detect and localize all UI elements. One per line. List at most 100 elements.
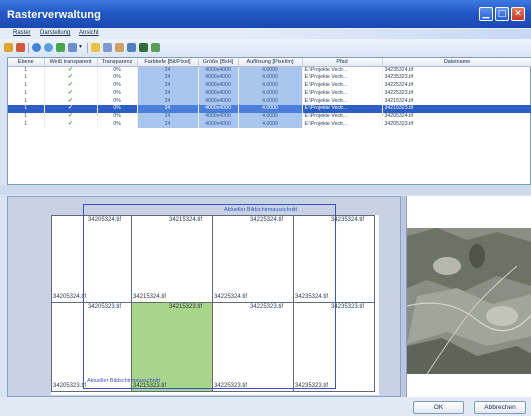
export-icon[interactable] [151, 43, 160, 52]
aerial-photo-preview [407, 196, 531, 397]
table-cell: 4.0000 [238, 97, 303, 105]
add-icon[interactable] [32, 43, 41, 52]
table-cell: E:\Projekte Vectr... [302, 81, 383, 90]
zoom-icon[interactable] [115, 43, 124, 52]
table-cell: 4000x4000 [198, 81, 239, 90]
table-cell: 0% [97, 120, 138, 129]
title-bar: Rasterverwaltung ▁ □ ✕ [0, 0, 531, 28]
layers-icon[interactable] [56, 43, 65, 52]
table-cell: 34235324.tif [382, 66, 531, 74]
toolbar: ▾ [0, 39, 531, 57]
table-cell: 24 [137, 73, 199, 82]
column-header[interactable]: Dateiname [382, 58, 531, 67]
raster-manager-window: Rasterverwaltung ▁ □ ✕ Raster Darstellun… [0, 0, 531, 416]
dialog-button-bar: OK Abbrechen [0, 397, 531, 416]
current-viewport-frame[interactable]: Aktueller Bildschirmausschnitt Aktueller… [83, 204, 336, 389]
table-cell: 0% [97, 112, 138, 121]
column-header[interactable]: Farbtiefe [Bit/Pixel] [137, 58, 199, 67]
table-cell: 24 [137, 66, 199, 74]
table-cell: 0% [97, 104, 138, 113]
table-cell: 0% [97, 66, 138, 74]
menu-bar-accent [240, 29, 531, 39]
table-cell: 1 [8, 81, 45, 90]
table-cell: 0% [97, 73, 138, 82]
ok-button[interactable]: OK [413, 401, 464, 414]
table-cell: 4000x4000 [198, 112, 239, 121]
page-icon[interactable] [68, 43, 77, 52]
table-cell: 24 [137, 112, 199, 121]
menu-darstellung[interactable]: Darstellung [40, 30, 70, 36]
table-cell: 4.0000 [238, 73, 303, 82]
globe-icon[interactable] [44, 43, 53, 52]
table-cell: 4.0000 [238, 66, 303, 74]
table-cell: 34225324.tif [382, 81, 531, 90]
table-cell: 24 [137, 81, 199, 90]
white-transparent-check: ✓ [44, 73, 98, 82]
table-row[interactable]: 1 ✓ 0% 24 4000x4000 4.0000 E:\Projekte Vectr..… [8, 97, 531, 105]
white-transparent-check: ✓ [44, 89, 98, 98]
table-cell: 24 [137, 89, 199, 98]
table-cell: 4.0000 [238, 112, 303, 121]
menu-ansicht[interactable]: Ansicht [79, 30, 99, 36]
table-cell: 1 [8, 120, 45, 129]
table-cell: 34225323.tif [382, 89, 531, 98]
table-cell: 4.0000 [238, 120, 303, 129]
white-transparent-check: ✓ [44, 120, 98, 129]
move-icon[interactable] [103, 43, 112, 52]
close-button[interactable]: ✕ [511, 7, 525, 21]
table-cell: 4000x4000 [198, 97, 239, 105]
grid-icon[interactable] [127, 43, 136, 52]
minimize-button[interactable]: ▁ [479, 7, 493, 21]
dropdown-icon[interactable]: ▾ [79, 43, 84, 52]
table-cell: 1 [8, 89, 45, 98]
table-cell: 1 [8, 112, 45, 121]
table-row[interactable]: 1 ✓ 0% 24 4000x4000 4.0000 E:\Projekte Vectr..… [8, 89, 531, 98]
white-transparent-check: ✓ [44, 81, 98, 90]
table-row[interactable]: 1 ✓ 0% 24 4000x4000 4.0000 E:\Projekte Vectr..… [8, 81, 531, 90]
table-cell: 1 [8, 97, 45, 105]
table-cell: 34205324.tif [382, 112, 531, 121]
column-header[interactable]: Auflösung [Pixel/m] [238, 58, 303, 67]
white-transparent-check: ✓ [44, 66, 98, 74]
tile-label: 34205324.tif [53, 294, 87, 300]
window-title: Rasterverwaltung [7, 9, 101, 21]
table-row[interactable]: 1 ✓ 0% 24 4000x4000 4.0000 E:\Projekte Vectr..… [8, 73, 531, 82]
table-cell: 4.0000 [238, 89, 303, 98]
table-row[interactable]: 1 ✓ 0% 24 4000x4000 4.0000 E:\Projekte Vectr..… [8, 120, 531, 129]
cancel-button[interactable]: Abbrechen [474, 401, 526, 414]
table-cell: 0% [97, 97, 138, 105]
table-cell: 1 [8, 66, 45, 74]
table-row[interactable]: 1 ✓ 0% 24 4000x4000 4.0000 E:\Projekte Vectr..… [8, 104, 531, 113]
table-cell: 0% [97, 81, 138, 90]
viewport-frame-label: Aktueller Bildschirmausschnitt [87, 378, 161, 384]
table-cell: 1 [8, 73, 45, 82]
table-cell: 4000x4000 [198, 66, 239, 74]
tile-overview-pane: 34205324.tif 34215324.tif 34225324.tif 3… [7, 196, 401, 397]
white-transparent-check: ✓ [44, 112, 98, 121]
image-icon[interactable] [139, 43, 148, 52]
column-header[interactable]: Transparenz [97, 58, 138, 67]
table-cell: 4.0000 [238, 104, 303, 113]
table-row[interactable]: 1 ✓ 0% 24 4000x4000 4.0000 E:\Projekte Vectr..… [8, 112, 531, 121]
folder-icon[interactable] [91, 43, 100, 52]
column-header[interactable]: Ebene [8, 58, 45, 67]
table-cell: 34215323.tif [382, 104, 531, 113]
column-header[interactable]: Pfad [302, 58, 383, 67]
open-folder-icon[interactable] [4, 43, 13, 52]
column-header[interactable]: Weiß transparent [44, 58, 98, 67]
table-cell: E:\Projekte Vectr... [302, 120, 383, 129]
white-transparent-check: ✓ [44, 104, 98, 113]
table-cell: 24 [137, 104, 199, 113]
toolbar-separator [87, 43, 88, 53]
raster-preview-pane [406, 196, 531, 397]
tile-label: 34205323.tif [53, 383, 87, 389]
horizontal-splitter[interactable] [0, 185, 531, 195]
maximize-button[interactable]: □ [495, 7, 509, 21]
column-header[interactable]: Größe [BxH] [198, 58, 239, 67]
menu-raster[interactable]: Raster [13, 30, 31, 36]
edit-icon[interactable] [16, 43, 25, 52]
table-cell: E:\Projekte Vectr... [302, 89, 383, 98]
table-row[interactable]: 1 ✓ 0% 24 4000x4000 4.0000 E:\Projekte Vectr..… [8, 66, 531, 74]
table-cell: 24 [137, 120, 199, 129]
table-cell: E:\Projekte Vectr... [302, 73, 383, 82]
